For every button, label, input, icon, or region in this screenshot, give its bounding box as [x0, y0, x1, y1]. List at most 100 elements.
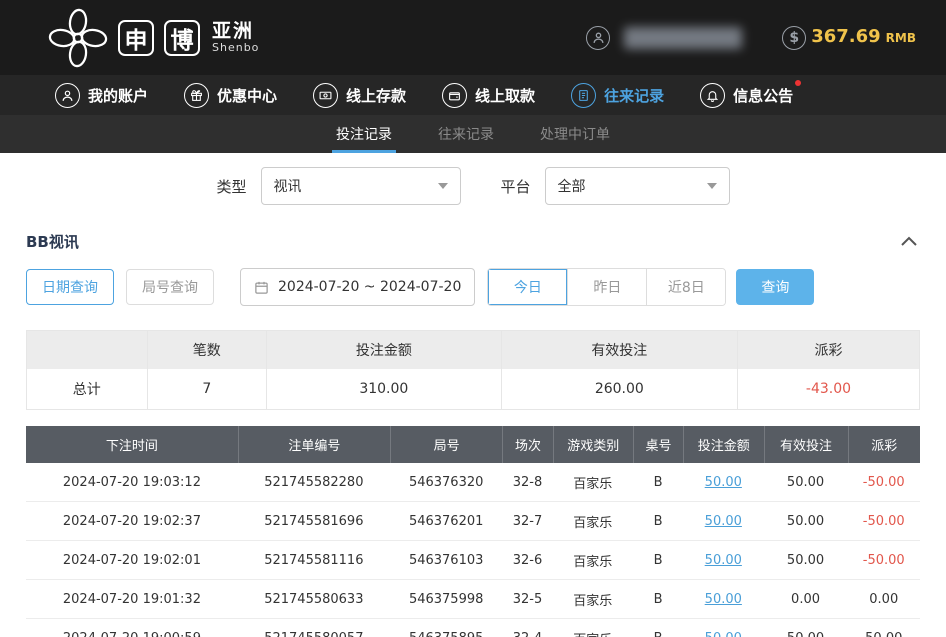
yesterday-button[interactable]: 昨日 — [567, 269, 646, 305]
col-round-number: 局号 — [390, 426, 503, 463]
deposit-icon — [313, 83, 338, 108]
col-order-number: 注单编号 — [238, 426, 390, 463]
logo-name-text: Shenbo — [212, 42, 259, 54]
type-select[interactable]: 视讯 — [261, 167, 461, 205]
top-header: 申 博 亚洲 Shenbo $ 367.69 RMB — [0, 0, 946, 75]
order-number-cell: 521745580057 — [238, 619, 390, 637]
bell-icon — [700, 83, 725, 108]
platform-select[interactable]: 全部 — [545, 167, 730, 205]
withdraw-icon — [442, 83, 467, 108]
game-type-cell: 百家乐 — [553, 463, 633, 501]
summary-header-row: 笔数 投注金额 有效投注 派彩 — [27, 331, 919, 369]
bet-amount-link[interactable]: 50.00 — [683, 580, 763, 618]
bet-table-body: 2024-07-20 19:03:12 521745582280 5463763… — [26, 463, 920, 637]
nav-label: 优惠中心 — [217, 85, 277, 106]
table-row: 2024-07-20 19:03:12 521745582280 5463763… — [26, 463, 920, 502]
payout-cell: -50.00 — [848, 463, 920, 501]
summary-header-empty — [27, 331, 147, 369]
last-8-days-button[interactable]: 近8日 — [646, 269, 725, 305]
bet-time-cell: 2024-07-20 19:03:12 — [26, 463, 238, 501]
nav-item-records[interactable]: 往来记录 — [571, 83, 664, 108]
bet-records-table: 下注时间 注单编号 局号 场次 游戏类别 桌号 投注金额 有效投注 派彩 202… — [26, 426, 920, 637]
brand-logo[interactable]: 申 博 亚洲 Shenbo — [48, 8, 259, 68]
valid-bet-cell: 50.00 — [764, 619, 848, 637]
summary-valid-value: 260.00 — [501, 369, 737, 409]
table-number-cell: B — [633, 580, 683, 618]
nav-item-promotions[interactable]: 优惠中心 — [184, 83, 277, 108]
platform-select-value: 全部 — [558, 176, 586, 196]
nav-label: 往来记录 — [604, 85, 664, 106]
bet-amount-link[interactable]: 50.00 — [683, 619, 763, 637]
round-number-cell: 546376320 — [390, 463, 503, 501]
session-cell: 32-5 — [502, 580, 552, 618]
bet-amount-link[interactable]: 50.00 — [683, 463, 763, 501]
bet-amount-link[interactable]: 50.00 — [683, 502, 763, 540]
order-number-cell: 521745580633 — [238, 580, 390, 618]
nav-label: 信息公告 — [733, 85, 793, 106]
table-row: 2024-07-20 19:00:59 521745580057 5463758… — [26, 619, 920, 637]
bet-time-cell: 2024-07-20 19:00:59 — [26, 619, 238, 637]
flower-logo-icon — [48, 8, 108, 68]
round-query-button[interactable]: 局号查询 — [126, 269, 214, 305]
round-number-cell: 546376201 — [390, 502, 503, 540]
session-cell: 32-8 — [502, 463, 552, 501]
collapse-chevron-up-icon[interactable] — [900, 236, 918, 247]
balance-currency: RMB — [886, 31, 916, 45]
section-header: BB视讯 — [0, 217, 946, 258]
chevron-down-icon — [707, 183, 717, 189]
tab-bet-records[interactable]: 投注记录 — [328, 115, 400, 153]
valid-bet-cell: 50.00 — [764, 463, 848, 501]
balance-display[interactable]: $ 367.69 RMB — [782, 26, 916, 50]
logo-char-shen: 申 — [118, 20, 154, 56]
summary-bet-value: 310.00 — [266, 369, 501, 409]
logo-char-bo: 博 — [164, 20, 200, 56]
main-navigation: 我的账户 优惠中心 线上存款 线上取款 往来记录 — [0, 75, 946, 115]
summary-table: 笔数 投注金额 有效投注 派彩 总计 7 310.00 260.00 -43.0… — [26, 330, 920, 410]
summary-header-bet: 投注金额 — [266, 331, 501, 369]
nav-item-announcements[interactable]: 信息公告 — [700, 83, 793, 108]
nav-item-my-account[interactable]: 我的账户 — [55, 83, 148, 108]
summary-payout-value: -43.00 — [737, 369, 919, 409]
nav-item-deposit[interactable]: 线上存款 — [313, 83, 406, 108]
records-icon — [571, 83, 596, 108]
calendar-icon — [254, 280, 269, 295]
notification-dot — [795, 80, 801, 86]
today-button[interactable]: 今日 — [488, 269, 567, 305]
col-bet-amount: 投注金额 — [683, 426, 763, 463]
username-redacted[interactable] — [624, 27, 742, 49]
filter-bar: 类型 视讯 平台 全部 — [0, 153, 946, 217]
user-avatar-icon[interactable] — [586, 26, 610, 50]
game-type-cell: 百家乐 — [553, 619, 633, 637]
type-label: 类型 — [216, 176, 246, 197]
col-table-number: 桌号 — [633, 426, 683, 463]
order-number-cell: 521745582280 — [238, 463, 390, 501]
section-title: BB视讯 — [26, 231, 79, 252]
date-range-input[interactable]: 2024-07-20 ~ 2024-07-20 — [240, 268, 475, 306]
currency-coin-icon: $ — [782, 26, 806, 50]
table-number-cell: B — [633, 541, 683, 579]
tab-pending-orders[interactable]: 处理中订单 — [532, 115, 618, 153]
bet-amount-link[interactable]: 50.00 — [683, 541, 763, 579]
query-toolbar: 日期查询 局号查询 2024-07-20 ~ 2024-07-20 今日 昨日 … — [0, 258, 946, 324]
gift-icon — [184, 83, 209, 108]
date-query-button[interactable]: 日期查询 — [26, 269, 114, 305]
round-number-cell: 546375998 — [390, 580, 503, 618]
platform-label: 平台 — [501, 176, 531, 197]
nav-item-withdraw[interactable]: 线上取款 — [442, 83, 535, 108]
payout-cell: 0.00 — [848, 580, 920, 618]
summary-header-count: 笔数 — [147, 331, 267, 369]
payout-cell: 50.00 — [848, 619, 920, 637]
session-cell: 32-7 — [502, 502, 552, 540]
table-number-cell: B — [633, 619, 683, 637]
valid-bet-cell: 50.00 — [764, 502, 848, 540]
summary-total-row: 总计 7 310.00 260.00 -43.00 — [27, 369, 919, 409]
tab-transaction-records[interactable]: 往来记录 — [430, 115, 502, 153]
bet-time-cell: 2024-07-20 19:02:01 — [26, 541, 238, 579]
search-button[interactable]: 查询 — [736, 269, 814, 305]
payout-cell: -50.00 — [848, 502, 920, 540]
account-icon — [55, 83, 80, 108]
date-range-value: 2024-07-20 ~ 2024-07-20 — [278, 279, 461, 295]
col-valid-bet: 有效投注 — [764, 426, 848, 463]
type-select-value: 视讯 — [274, 176, 302, 196]
record-tabs: 投注记录 往来记录 处理中订单 — [0, 115, 946, 153]
